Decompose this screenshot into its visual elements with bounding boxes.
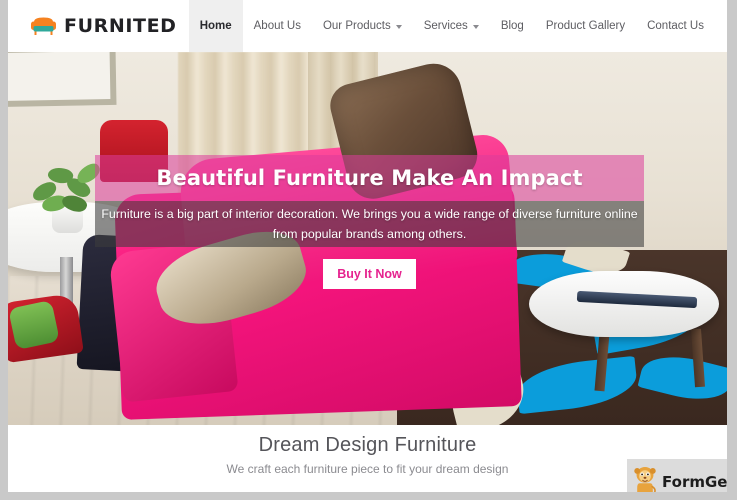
promo-section: Dream Design Furniture We craft each fur… <box>8 425 727 492</box>
formget-label: FormGet <box>662 473 727 491</box>
main-navigation: Home About Us Our Products Services Blog… <box>188 0 715 52</box>
formget-watermark-badge[interactable]: FormGet <box>627 459 727 492</box>
nav-item-services[interactable]: Services <box>413 0 490 52</box>
hero-text-band: Furniture is a big part of interior deco… <box>95 201 644 247</box>
lion-mascot-icon <box>632 465 658 492</box>
nav-label: Home <box>199 20 232 32</box>
nav-item-contact-us[interactable]: Contact Us <box>636 0 715 52</box>
nav-label: Product Gallery <box>545 20 626 32</box>
chevron-down-icon <box>472 25 479 29</box>
nav-label: Services <box>423 20 468 32</box>
page-container: FURNITED Home About Us Our Products Serv… <box>8 0 727 492</box>
nav-label: Contact Us <box>647 20 704 32</box>
chevron-down-icon <box>395 25 402 29</box>
nav-item-home[interactable]: Home <box>188 0 243 52</box>
nav-label: Blog <box>500 20 524 32</box>
hero-heading: Beautiful Furniture Make An Impact <box>156 166 583 190</box>
nav-label: About Us <box>253 20 301 32</box>
buy-it-now-button[interactable]: Buy It Now <box>323 259 416 289</box>
sofa-icon <box>30 15 57 37</box>
nav-label: Our Products <box>322 20 391 32</box>
nav-item-blog[interactable]: Blog <box>490 0 535 52</box>
hero-heading-band: Beautiful Furniture Make An Impact <box>95 155 644 201</box>
nav-item-our-products[interactable]: Our Products <box>312 0 413 52</box>
hero-subtext: Furniture is a big part of interior deco… <box>101 207 638 241</box>
promo-title: Dream Design Furniture <box>258 434 477 456</box>
site-logo[interactable]: FURNITED <box>30 15 177 37</box>
site-header: FURNITED Home About Us Our Products Serv… <box>8 0 727 52</box>
brand-name: FURNITED <box>64 15 177 37</box>
nav-item-about-us[interactable]: About Us <box>243 0 312 52</box>
hero-banner: Beautiful Furniture Make An Impact Furni… <box>8 52 727 425</box>
nav-item-product-gallery[interactable]: Product Gallery <box>535 0 636 52</box>
promo-subtitle: We craft each furniture piece to fit you… <box>226 462 509 476</box>
